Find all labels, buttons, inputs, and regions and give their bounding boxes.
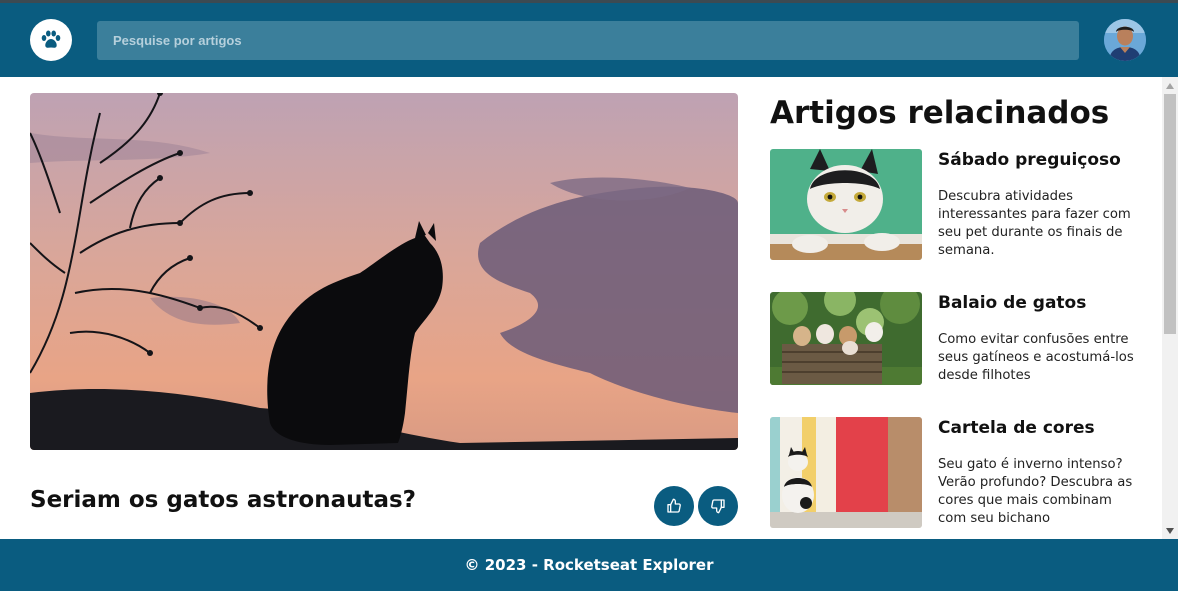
related-article-title: Sábado preguiçoso — [938, 150, 1121, 170]
related-articles-heading: Artigos relacinados — [770, 95, 1110, 131]
logo[interactable] — [30, 19, 72, 61]
related-article-title: Cartela de cores — [938, 418, 1095, 438]
related-article-description: Seu gato é inverno intenso? Verão profun… — [938, 457, 1133, 526]
related-article-card[interactable]: Sábado preguiçoso Descubra atividades in… — [770, 149, 1142, 261]
main-content: Seriam os gatos astronautas? Artigos rel… — [0, 77, 1162, 539]
triangle-down-icon — [1166, 527, 1174, 534]
scrollbar-thumb[interactable] — [1164, 94, 1176, 334]
related-article-thumbnail — [770, 149, 922, 260]
related-article-thumbnail — [770, 417, 922, 528]
scroll-down-arrow[interactable] — [1162, 522, 1178, 539]
footer-text: © 2023 - Rocketseat Explorer — [464, 556, 714, 574]
triangle-up-icon — [1166, 82, 1174, 89]
related-article-title: Balaio de gatos — [938, 293, 1087, 313]
vertical-scrollbar[interactable] — [1162, 77, 1178, 539]
like-button[interactable] — [654, 486, 694, 526]
scroll-up-arrow[interactable] — [1162, 77, 1178, 94]
dislike-button[interactable] — [698, 486, 738, 526]
related-article-card[interactable]: Balaio de gatos Como evitar confusões en… — [770, 292, 1142, 385]
search-input[interactable]: Pesquise por artigos — [97, 21, 1079, 60]
related-article-description: Descubra atividades interessantes para f… — [938, 189, 1131, 258]
user-avatar[interactable] — [1104, 19, 1146, 61]
related-article-thumbnail — [770, 292, 922, 385]
thumbs-up-icon — [667, 498, 681, 513]
thumbs-down-icon — [711, 499, 725, 514]
top-header: Pesquise por artigos — [0, 3, 1178, 77]
hero-image — [30, 93, 738, 450]
related-article-card[interactable]: Cartela de cores Seu gato é inverno inte… — [770, 417, 1142, 529]
article-title: Seriam os gatos astronautas? — [30, 487, 417, 513]
avatar-image — [1104, 19, 1146, 61]
page-footer: © 2023 - Rocketseat Explorer — [0, 539, 1178, 591]
related-article-description: Como evitar confusões entre seus gatíneo… — [938, 332, 1134, 383]
paw-icon — [41, 30, 61, 48]
